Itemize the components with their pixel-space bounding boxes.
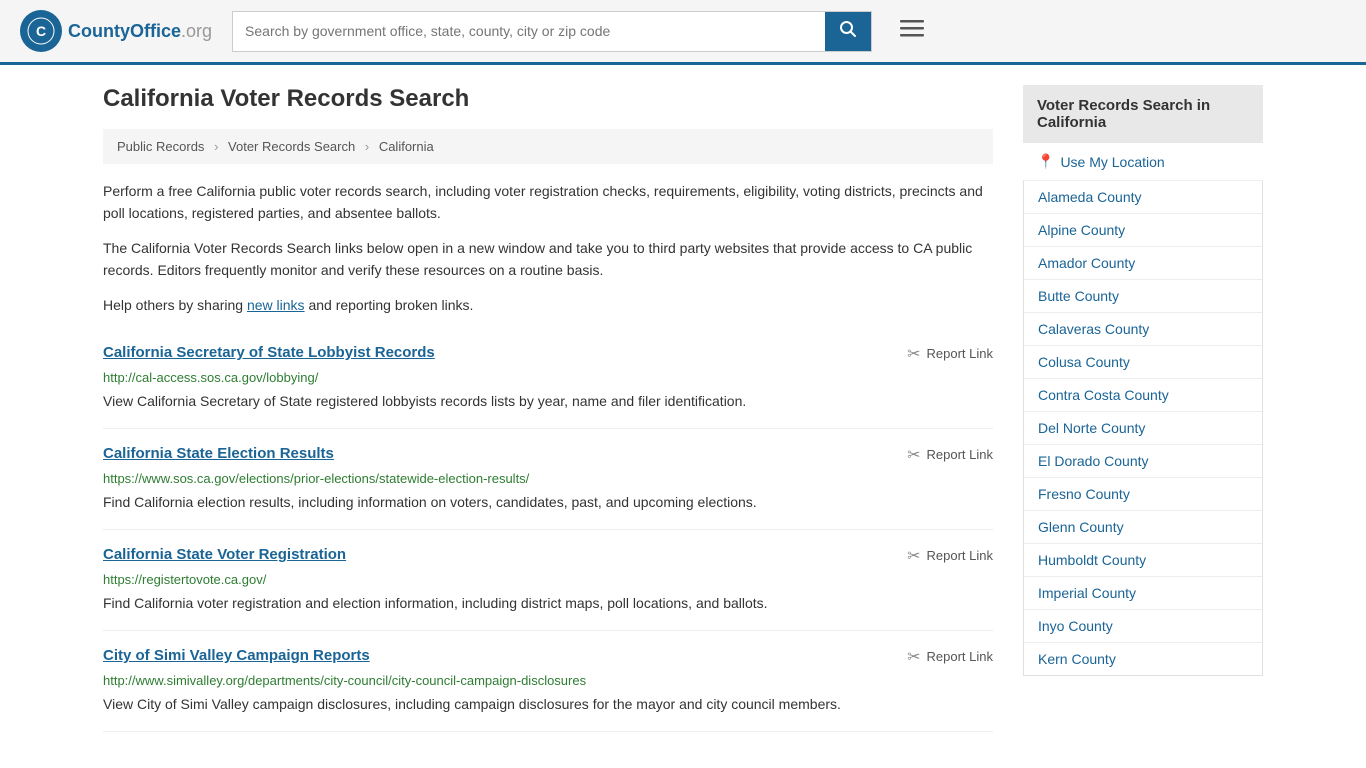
breadcrumb-california: California [379,139,434,154]
county-link[interactable]: Fresno County [1024,478,1262,510]
record-header: California State Election Results ✂ Repo… [103,445,993,465]
search-button[interactable] [825,12,871,51]
location-icon: 📍 [1037,153,1054,170]
record-title-link[interactable]: California State Voter Registration [103,546,346,563]
record-title-link[interactable]: City of Simi Valley Campaign Reports [103,647,370,664]
report-icon: ✂ [907,344,920,364]
logo-icon: C [20,10,62,52]
intro-paragraph-1: Perform a free California public voter r… [103,180,993,225]
county-link[interactable]: Butte County [1024,280,1262,312]
report-link-button[interactable]: ✂ Report Link [907,546,993,566]
report-link-label: Report Link [927,548,993,563]
intro-paragraph-3: Help others by sharing new links and rep… [103,294,993,316]
county-list-item: Humboldt County [1024,544,1262,577]
logo-text: CountyOffice.org [68,21,212,42]
county-link[interactable]: Contra Costa County [1024,379,1262,411]
county-link[interactable]: Alameda County [1024,181,1262,213]
record-title-link[interactable]: California State Election Results [103,445,334,462]
county-list-item: Butte County [1024,280,1262,313]
breadcrumb-voter-records-search[interactable]: Voter Records Search [228,139,355,154]
county-link[interactable]: Humboldt County [1024,544,1262,576]
county-link[interactable]: El Dorado County [1024,445,1262,477]
county-link[interactable]: Glenn County [1024,511,1262,543]
site-header: C CountyOffice.org [0,0,1366,65]
use-location-row: 📍 Use My Location [1023,143,1263,181]
county-list-item: Glenn County [1024,511,1262,544]
breadcrumb-separator-2: › [365,139,369,154]
page-title: California Voter Records Search [103,85,993,113]
record-header: California State Voter Registration ✂ Re… [103,546,993,566]
record-url: http://www.simivalley.org/departments/ci… [103,673,993,688]
county-list-item: Calaveras County [1024,313,1262,346]
county-list-item: El Dorado County [1024,445,1262,478]
county-list-item: Colusa County [1024,346,1262,379]
record-description: View California Secretary of State regis… [103,391,993,412]
record-url: https://registertovote.ca.gov/ [103,572,993,587]
county-link[interactable]: Del Norte County [1024,412,1262,444]
report-icon: ✂ [907,445,920,465]
report-link-label: Report Link [927,649,993,664]
county-list-item: Alpine County [1024,214,1262,247]
record-header: California Secretary of State Lobbyist R… [103,344,993,364]
use-my-location-link[interactable]: Use My Location [1060,154,1164,170]
report-link-button[interactable]: ✂ Report Link [907,647,993,667]
search-bar [232,11,872,52]
search-input[interactable] [233,12,825,51]
report-link-label: Report Link [927,346,993,361]
sidebar: Voter Records Search in California 📍 Use… [1023,85,1263,732]
county-link[interactable]: Inyo County [1024,610,1262,642]
report-link-button[interactable]: ✂ Report Link [907,344,993,364]
county-list-item: Del Norte County [1024,412,1262,445]
record-url: https://www.sos.ca.gov/elections/prior-e… [103,471,993,486]
breadcrumb: Public Records › Voter Records Search › … [103,129,993,164]
record-header: City of Simi Valley Campaign Reports ✂ R… [103,647,993,667]
sidebar-title: Voter Records Search in California [1023,85,1263,143]
record-entry: City of Simi Valley Campaign Reports ✂ R… [103,631,993,732]
new-links-link[interactable]: new links [247,297,305,313]
report-link-label: Report Link [927,447,993,462]
county-list-item: Alameda County [1024,181,1262,214]
site-logo[interactable]: C CountyOffice.org [20,10,212,52]
county-link[interactable]: Colusa County [1024,346,1262,378]
county-list-item: Contra Costa County [1024,379,1262,412]
county-list-item: Inyo County [1024,610,1262,643]
record-url: http://cal-access.sos.ca.gov/lobbying/ [103,370,993,385]
breadcrumb-separator-1: › [214,139,218,154]
county-link[interactable]: Calaveras County [1024,313,1262,345]
county-list-item: Amador County [1024,247,1262,280]
county-list-item: Imperial County [1024,577,1262,610]
report-icon: ✂ [907,647,920,667]
main-container: California Voter Records Search Public R… [83,65,1283,752]
county-link[interactable]: Amador County [1024,247,1262,279]
menu-button[interactable] [892,14,932,48]
record-description: Find California voter registration and e… [103,593,993,614]
county-link[interactable]: Alpine County [1024,214,1262,246]
report-link-button[interactable]: ✂ Report Link [907,445,993,465]
records-list: California Secretary of State Lobbyist R… [103,328,993,732]
county-link[interactable]: Kern County [1024,643,1262,675]
record-entry: California State Voter Registration ✂ Re… [103,530,993,631]
county-link[interactable]: Imperial County [1024,577,1262,609]
record-entry: California Secretary of State Lobbyist R… [103,328,993,429]
svg-text:C: C [36,23,46,39]
report-icon: ✂ [907,546,920,566]
intro-paragraph-2: The California Voter Records Search link… [103,237,993,282]
county-list: Alameda CountyAlpine CountyAmador County… [1023,181,1263,676]
record-description: View City of Simi Valley campaign disclo… [103,694,993,715]
record-entry: California State Election Results ✂ Repo… [103,429,993,530]
content-area: California Voter Records Search Public R… [103,85,993,732]
county-list-item: Fresno County [1024,478,1262,511]
record-description: Find California election results, includ… [103,492,993,513]
breadcrumb-public-records[interactable]: Public Records [117,139,204,154]
record-title-link[interactable]: California Secretary of State Lobbyist R… [103,344,435,361]
county-list-item: Kern County [1024,643,1262,675]
